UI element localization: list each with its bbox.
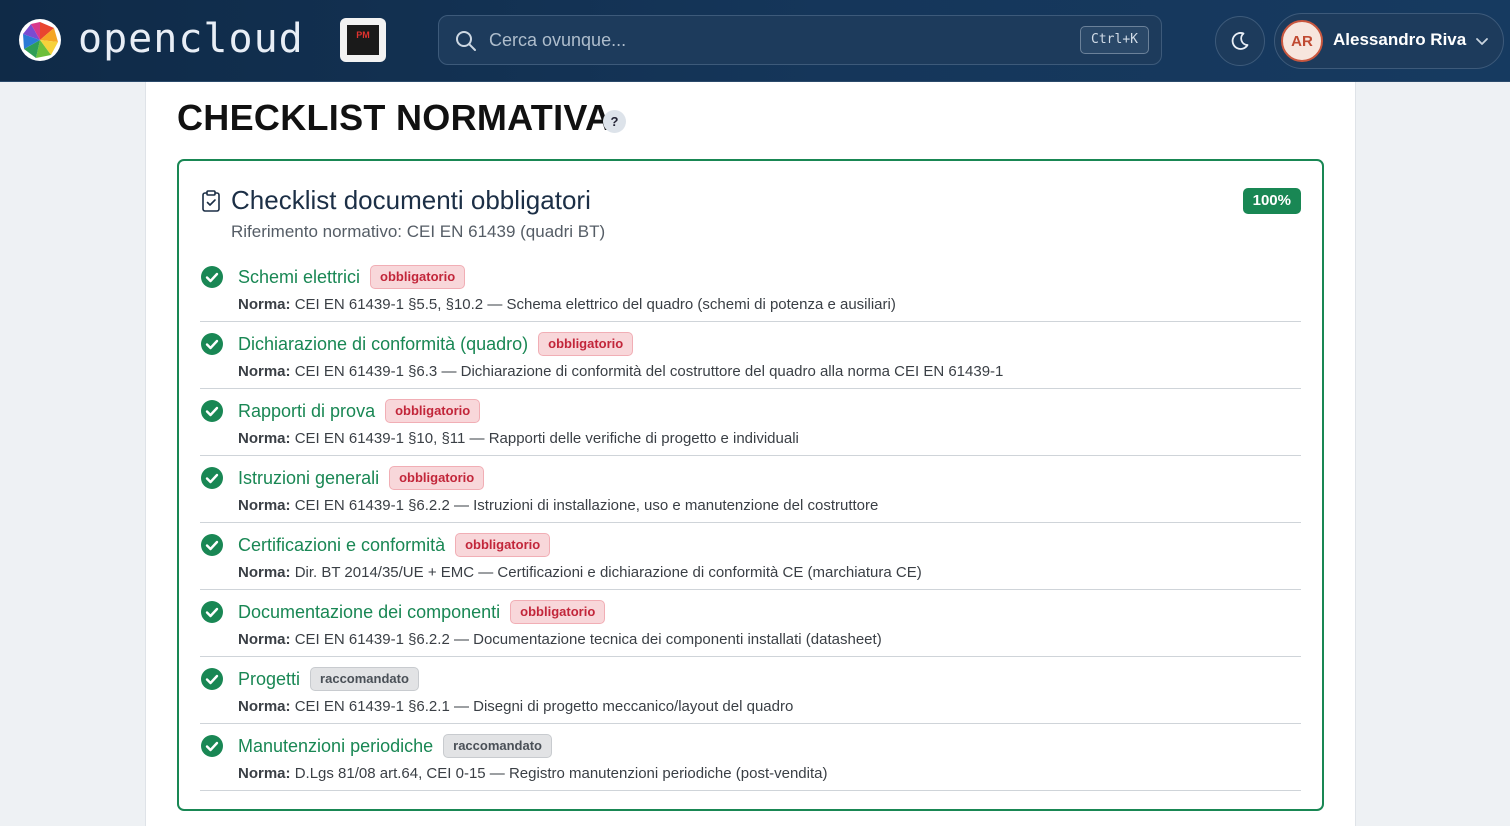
check-circle-icon [201,266,223,288]
checklist-item: Dichiarazione di conformità (quadro) obbl… [200,322,1301,389]
card-subtitle: Riferimento normativo: CEI EN 61439 (qua… [231,222,606,241]
item-name[interactable]: Certificazioni e conformità [238,535,445,556]
checklist-item: Certificazioni e conformità obbligatorio … [200,523,1301,590]
check-circle-icon [201,333,223,355]
norm-label: Norma: [238,564,291,581]
user-name: Alessandro Riva [1333,30,1467,49]
item-norm: CEI EN 61439-1 §6.2.2 — Istruzioni di in… [294,497,879,514]
global-search[interactable]: Ctrl+K [438,15,1162,65]
checklist-item: Progetti raccomandato Norma: CEI EN 61439… [200,657,1301,724]
check-circle-icon [201,467,223,489]
top-navbar: opencloud PM Ctrl+K AR Alessandro Riva [0,0,1510,82]
theme-toggle-button[interactable] [1215,16,1265,66]
item-name[interactable]: Schemi elettrici [238,267,360,288]
check-circle-icon [201,668,223,690]
check-circle-icon [201,534,223,556]
checklist-items: Schemi elettrici obbligatorio Norma: CEI … [200,255,1301,791]
organization-badge[interactable]: PM [340,18,386,62]
check-circle-icon [201,400,223,422]
moon-icon [1231,32,1249,50]
recommended-badge: raccomandato [310,667,419,691]
required-badge: obbligatorio [538,332,634,356]
item-norm: D.Lgs 81/08 art.64, CEI 0-15 — Registro … [294,765,828,782]
item-name[interactable]: Manutenzioni periodiche [238,736,433,757]
checklist-item: Istruzioni generali obbligatorio Norma: C… [200,456,1301,523]
check-circle-icon [201,735,223,757]
checklist-card: Checklist documenti obbligatori Riferime… [177,159,1324,811]
recommended-badge: raccomandato [443,734,553,758]
page-title: CHECKLIST NORMATIVA [177,97,612,138]
chevron-down-icon [1476,38,1488,45]
required-badge: obbligatorio [510,600,606,624]
opencloud-logo-icon[interactable] [18,18,62,62]
item-norm: CEI EN 61439-1 §6.3 — Dichiarazione di c… [294,363,1004,380]
user-menu-button[interactable]: AR Alessandro Riva [1274,13,1504,69]
item-name[interactable]: Rapporti di prova [238,401,375,422]
norm-label: Norma: [238,698,291,715]
avatar: AR [1281,20,1323,62]
checklist-item: Documentazione dei componenti obbligatori… [200,590,1301,657]
checklist-item: Manutenzioni periodiche raccomandato Norm… [200,724,1301,791]
item-name[interactable]: Istruzioni generali [238,468,379,489]
search-input[interactable] [489,25,1049,55]
item-name[interactable]: Progetti [238,669,300,690]
norm-label: Norma: [238,631,291,648]
norm-label: Norma: [238,765,291,782]
item-norm: CEI EN 61439-1 §6.2.2 — Documentazione t… [294,631,882,648]
required-badge: obbligatorio [389,466,485,490]
checklist-item: Rapporti di prova obbligatorio Norma: CEI… [200,389,1301,456]
item-norm: CEI EN 61439-1 §6.2.1 — Disegni di proge… [294,698,794,715]
item-name[interactable]: Dichiarazione di conformità (quadro) [238,334,528,355]
check-circle-icon [201,601,223,623]
norm-label: Norma: [238,497,291,514]
help-icon[interactable]: ? [603,110,626,133]
checklist-item: Schemi elettrici obbligatorio Norma: CEI … [200,255,1301,322]
item-norm: CEI EN 61439-1 §5.5, §10.2 — Schema elet… [294,296,896,313]
item-norm: CEI EN 61439-1 §10, §11 — Rapporti delle… [294,430,799,447]
norm-label: Norma: [238,296,291,313]
required-badge: obbligatorio [385,399,481,423]
required-badge: obbligatorio [455,533,551,557]
completion-badge: 100% [1242,188,1301,214]
organization-badge-text: PM [347,25,379,55]
required-badge: obbligatorio [370,265,466,289]
norm-label: Norma: [238,363,291,380]
norm-label: Norma: [238,430,291,447]
item-name[interactable]: Documentazione dei componenti [238,602,500,623]
brand-name[interactable]: opencloud [78,14,304,64]
item-norm: Dir. BT 2014/35/UE + EMC — Certificazion… [294,564,922,581]
card-title: Checklist documenti obbligatori [231,185,591,215]
search-shortcut-hint: Ctrl+K [1080,26,1149,54]
search-icon [456,31,476,51]
clipboard-check-icon [202,190,220,212]
